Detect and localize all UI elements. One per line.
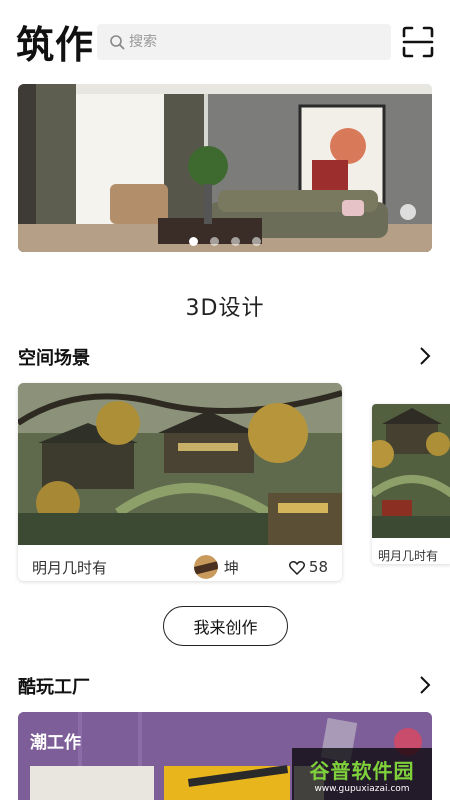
carousel-dot[interactable] [189,237,198,246]
heart-icon[interactable] [288,560,305,575]
app-logo: 筑作 [16,23,95,67]
scene-name: 明月几时有 [378,548,439,563]
scene-card-meta: 明月几时有 坤 58 [18,549,342,581]
search-bar[interactable] [97,24,391,60]
chevron-right-icon[interactable] [418,674,432,696]
watermark: 谷普软件园 www.gupuxiazai.com [292,748,432,800]
fun-factory-banner[interactable]: 潮工作 谷普软件园 www.gupuxiazai.com [18,712,432,800]
scene-thumbnail [372,404,450,538]
carousel-dot[interactable] [231,237,240,246]
fun-factory-banner-title: 潮工作 [30,733,81,753]
create-button[interactable]: 我来创作 [163,606,288,646]
design-section-title[interactable]: 3D设计 [0,290,450,322]
like-counter[interactable]: 58 [288,558,328,576]
watermark-url: www.gupuxiazai.com [314,783,410,794]
scene-card[interactable]: 明月几时有 坤 58 [18,383,342,581]
carousel-dot[interactable] [210,237,219,246]
scene-card[interactable]: 明月几时有 [372,404,450,564]
author-name: 坤 [223,558,239,577]
app-header: 筑作 [0,0,450,84]
carousel-dot[interactable] [252,237,261,246]
avatar [193,555,218,579]
scene-author[interactable]: 坤 [193,555,239,579]
scene-thumbnail [18,383,342,545]
space-scenes-title: 空间场景 [18,348,90,369]
watermark-name: 谷普软件园 [309,758,415,783]
living-room-image [18,84,432,252]
fun-factory-title: 酷玩工厂 [18,677,90,698]
banner-carousel[interactable] [18,84,432,252]
search-icon [110,35,125,50]
scene-name: 明月几时有 [32,558,108,577]
like-count: 58 [308,558,328,576]
carousel-indicator [18,237,432,246]
search-input[interactable] [129,34,379,50]
chevron-right-icon[interactable] [418,345,432,367]
scan-icon[interactable] [402,26,434,58]
